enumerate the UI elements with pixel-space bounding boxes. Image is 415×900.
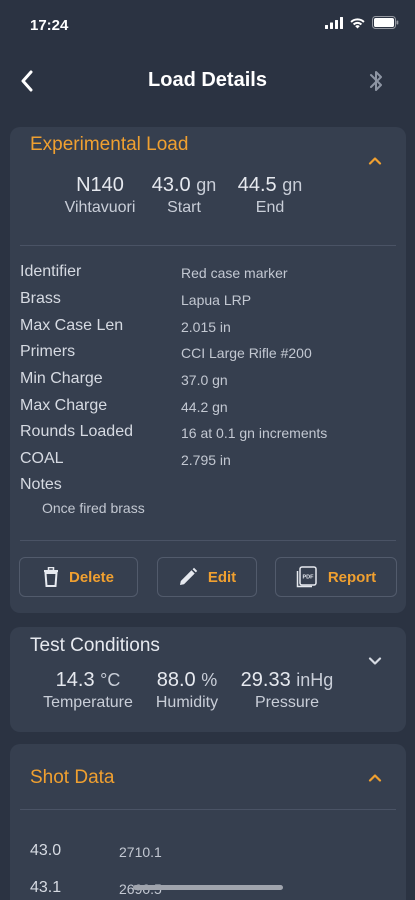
start-value: 43.0 bbox=[151, 174, 191, 196]
detail-row: Brass Lapua LRP bbox=[20, 290, 396, 316]
pressure-unit: inHg bbox=[296, 670, 334, 690]
status-bar: 17:24 bbox=[0, 0, 415, 50]
detail-key: Max Charge bbox=[20, 397, 108, 414]
report-button[interactable]: PDF Report bbox=[275, 557, 397, 597]
chevron-up-icon bbox=[368, 773, 382, 782]
pdf-icon-text: PDF bbox=[302, 575, 314, 581]
start-stat: 43.0 gn Start bbox=[141, 174, 227, 217]
detail-row: Identifier Red case marker bbox=[20, 263, 396, 289]
detail-row: Max Charge 44.2 gn bbox=[20, 397, 396, 423]
divider bbox=[20, 809, 396, 810]
start-unit: gn bbox=[196, 175, 217, 195]
detail-key: COAL bbox=[20, 450, 64, 467]
powder-maker: Vihtavuori bbox=[64, 199, 136, 216]
detail-row: COAL 2.795 in bbox=[20, 450, 396, 476]
detail-row: Primers CCI Large Rifle #200 bbox=[20, 343, 396, 369]
temperature-label: Temperature bbox=[43, 694, 133, 711]
detail-row: Min Charge 37.0 gn bbox=[20, 370, 396, 396]
home-indicator bbox=[133, 885, 283, 890]
bluetooth-icon bbox=[370, 71, 382, 91]
humidity-stat: 88.0 % Humidity bbox=[144, 669, 230, 712]
signal-icon bbox=[325, 16, 343, 29]
detail-value: 2.795 in bbox=[181, 452, 231, 468]
powder-name: N140 bbox=[76, 174, 124, 196]
detail-key: Min Charge bbox=[20, 370, 103, 387]
shot-charge: 43.1 bbox=[30, 879, 62, 896]
status-time: 17:24 bbox=[30, 17, 69, 34]
humidity-value: 88.0 bbox=[156, 669, 196, 691]
chevron-up-icon bbox=[368, 156, 382, 165]
end-stat: 44.5 gn End bbox=[226, 174, 314, 217]
bluetooth-button[interactable] bbox=[365, 66, 387, 96]
detail-key: Identifier bbox=[20, 263, 82, 280]
end-value: 44.5 bbox=[237, 174, 277, 196]
shot-charge: 43.0 bbox=[30, 842, 62, 859]
wifi-icon bbox=[350, 17, 365, 28]
detail-key: Rounds Loaded bbox=[20, 423, 133, 440]
humidity-unit: % bbox=[201, 670, 218, 690]
detail-value: Lapua LRP bbox=[181, 292, 252, 308]
report-label: Report bbox=[327, 568, 377, 586]
notes-label: Notes bbox=[20, 476, 62, 493]
load-card-title: Experimental Load bbox=[30, 134, 189, 155]
detail-key: Max Case Len bbox=[20, 317, 124, 334]
collapse-load-button[interactable] bbox=[366, 151, 384, 169]
temperature-stat: 14.3 °C Temperature bbox=[30, 669, 146, 712]
shot-data-card: Shot Data 43.0 2710.1 43.1 2690.5 bbox=[10, 744, 406, 900]
detail-value: 37.0 gn bbox=[181, 372, 228, 388]
nav-bar: Load Details bbox=[0, 50, 415, 112]
trash-icon bbox=[43, 567, 58, 587]
pencil-icon bbox=[179, 567, 198, 585]
notes-text: Once fired brass bbox=[42, 500, 145, 516]
detail-row: Max Case Len 2.015 in bbox=[20, 317, 396, 343]
temperature-unit: °C bbox=[100, 670, 121, 690]
pressure-value: 29.33 bbox=[240, 669, 291, 691]
battery-icon bbox=[372, 16, 399, 29]
detail-value: Red case marker bbox=[181, 265, 288, 281]
humidity-label: Humidity bbox=[155, 694, 219, 711]
detail-value: 16 at 0.1 gn increments bbox=[181, 425, 328, 441]
detail-value: CCI Large Rifle #200 bbox=[181, 345, 312, 361]
detail-value: 2.015 in bbox=[181, 319, 231, 335]
chevron-down-icon bbox=[368, 656, 382, 665]
detail-row: Rounds Loaded 16 at 0.1 gn increments bbox=[20, 423, 396, 449]
load-card: Experimental Load N140 Vihtavuori 43.0 g… bbox=[10, 127, 406, 613]
divider bbox=[20, 245, 396, 246]
delete-label: Delete bbox=[68, 568, 115, 586]
end-label: End bbox=[255, 199, 285, 216]
detail-key: Brass bbox=[20, 290, 61, 307]
delete-button[interactable]: Delete bbox=[19, 557, 138, 597]
conditions-card: Test Conditions 14.3 °C Temperature 88.0… bbox=[10, 627, 406, 732]
status-icons bbox=[325, 16, 399, 29]
temperature-value: 14.3 bbox=[55, 669, 95, 691]
notes-row: Notes bbox=[20, 476, 396, 502]
edit-label: Edit bbox=[207, 568, 237, 586]
conditions-card-title: Test Conditions bbox=[30, 635, 160, 656]
shot-row[interactable]: 43.0 2710.1 bbox=[30, 842, 390, 864]
shot-velocity: 2710.1 bbox=[119, 844, 162, 860]
end-unit: gn bbox=[282, 175, 303, 195]
edit-button[interactable]: Edit bbox=[157, 557, 257, 597]
divider bbox=[20, 540, 396, 541]
pdf-icon: PDF bbox=[296, 566, 317, 588]
powder-stat: N140 Vihtavuori bbox=[52, 174, 148, 217]
detail-value: 44.2 gn bbox=[181, 399, 228, 415]
detail-key: Primers bbox=[20, 343, 76, 360]
pressure-label: Pressure bbox=[254, 694, 320, 711]
page-title: Load Details bbox=[148, 69, 267, 91]
pressure-stat: 29.33 inHg Pressure bbox=[228, 669, 346, 712]
start-label: Start bbox=[167, 199, 201, 216]
collapse-shot-data-button[interactable] bbox=[366, 768, 384, 786]
shot-data-title: Shot Data bbox=[30, 767, 115, 788]
expand-conditions-button[interactable] bbox=[366, 652, 384, 670]
